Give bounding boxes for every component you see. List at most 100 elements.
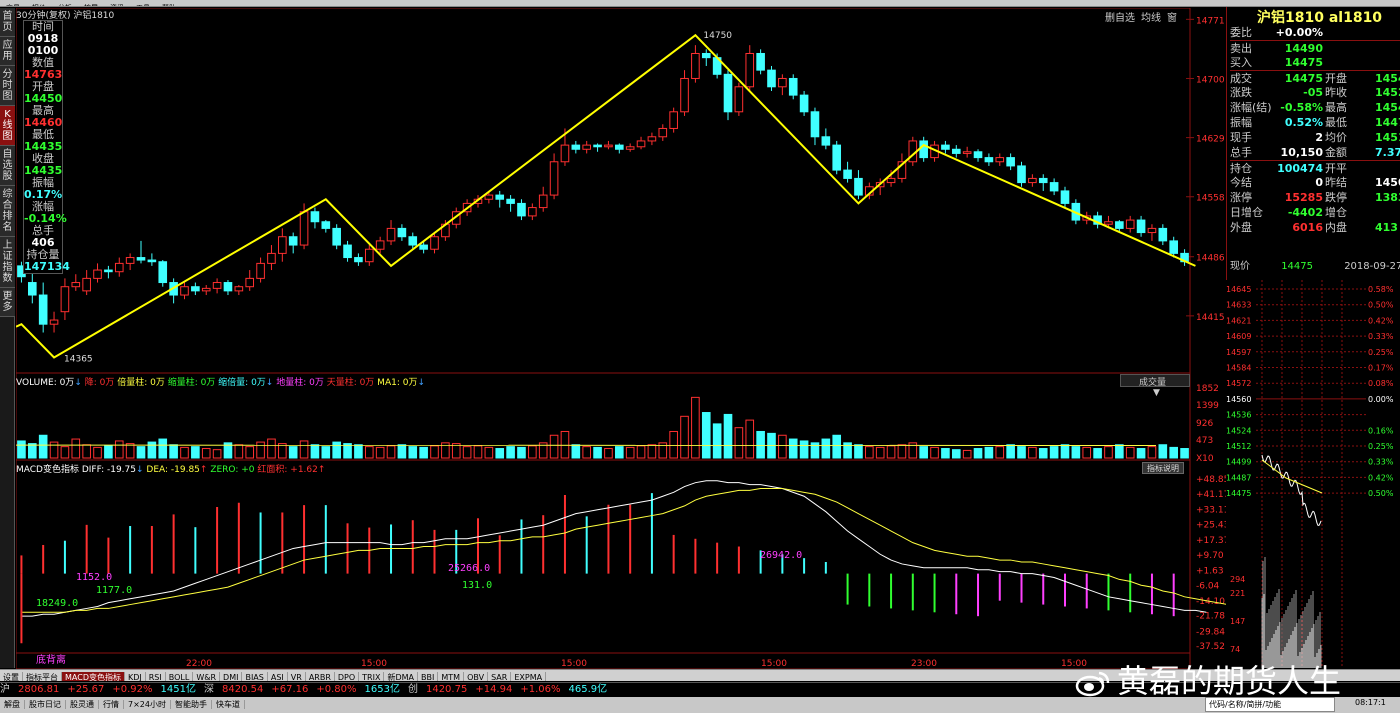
mini-pct-label: 0.25% bbox=[1368, 442, 1394, 451]
candle-body bbox=[1006, 157, 1015, 167]
volume-header-item: MA1: 0万 bbox=[374, 378, 418, 388]
mini-pct-label: 0.42% bbox=[1368, 473, 1394, 482]
left-tab[interactable]: 自选股 bbox=[0, 146, 15, 186]
candle-body bbox=[821, 136, 831, 146]
left-tab[interactable]: 更多 bbox=[0, 288, 15, 317]
quote-row: 振幅 0.52%最低 1447 bbox=[1230, 115, 1400, 130]
clock: 08:17:1 bbox=[1355, 698, 1386, 707]
indicator-tab[interactable]: MACD变色指标 bbox=[62, 672, 125, 681]
indicator-tab[interactable]: W&R bbox=[193, 672, 221, 681]
indicator-tab[interactable]: ASI bbox=[268, 672, 288, 681]
mini-price-label: 14560 bbox=[1226, 395, 1251, 404]
top-menu-item[interactable]: 扩展 bbox=[78, 5, 104, 7]
indicator-tab[interactable]: VR bbox=[288, 672, 306, 681]
quote-value: -0.58% bbox=[1280, 101, 1323, 114]
price-axis-label: 14629 bbox=[1196, 135, 1225, 145]
mini-pct-label: 0.17% bbox=[1368, 364, 1394, 373]
mini-price-label: 14621 bbox=[1226, 316, 1251, 325]
volume-bar bbox=[495, 448, 505, 459]
status-item[interactable]: 行情 bbox=[99, 700, 124, 709]
top-menu-item[interactable]: 帮助 bbox=[156, 5, 182, 7]
top-menu-item[interactable]: 资讯 bbox=[104, 5, 130, 7]
left-tab[interactable]: 上证指数 bbox=[0, 237, 15, 288]
indicator-tab[interactable]: BBI bbox=[418, 672, 439, 681]
candle-body bbox=[1049, 182, 1059, 192]
indicator-tab[interactable]: TRIX bbox=[359, 672, 385, 681]
indicator-tab[interactable]: RSI bbox=[146, 672, 166, 681]
contract-title: 沪铝1810 al1810 bbox=[1257, 10, 1383, 26]
macd-axis-label: +41.17 bbox=[1196, 490, 1226, 500]
quote-value: -4402 bbox=[1287, 206, 1323, 219]
status-item[interactable]: 7×24小时 bbox=[124, 700, 171, 709]
volume-bar bbox=[1169, 446, 1178, 459]
volume-dropdown[interactable]: 成交量 ▼ bbox=[1120, 374, 1190, 398]
candle-body bbox=[430, 236, 439, 250]
indicator-tab[interactable]: SAR bbox=[488, 672, 512, 681]
mini-pct-label: 0.33% bbox=[1368, 332, 1394, 341]
volume-bar bbox=[60, 446, 70, 459]
indicator-tab[interactable]: EXPMA bbox=[511, 672, 547, 681]
index-quote: 465.9亿 bbox=[568, 684, 608, 695]
left-tab[interactable]: K线图 bbox=[0, 106, 15, 146]
candle-body bbox=[625, 146, 635, 150]
volume-bar bbox=[778, 434, 787, 459]
candle-body bbox=[1147, 227, 1157, 234]
volume-bar bbox=[582, 446, 591, 459]
top-menu-item[interactable]: 报价 bbox=[26, 5, 52, 7]
top-menu: 交易报价分析扩展资讯工具帮助 bbox=[0, 0, 1400, 7]
status-item[interactable]: 解盘 bbox=[0, 700, 25, 709]
indicator-tab[interactable]: BOLL bbox=[166, 672, 194, 681]
left-tab[interactable]: 首页 bbox=[0, 8, 15, 37]
status-item[interactable]: 智能助手 bbox=[170, 700, 212, 709]
index-quote: +14.94 bbox=[475, 684, 513, 695]
quote-row: 委比 +0.00% bbox=[1230, 25, 1400, 40]
price-line: 现价 14475 2018-09-27, bbox=[1230, 257, 1400, 272]
volume-bar bbox=[669, 430, 678, 459]
candle-body bbox=[245, 277, 255, 288]
mini-pct-label: 0.16% bbox=[1368, 426, 1394, 435]
indicator-help-button[interactable]: 指标说明 bbox=[1142, 462, 1184, 474]
time-axis-label: 15:00 bbox=[361, 659, 387, 669]
volume-bar bbox=[604, 448, 613, 459]
index-quote: 沪 bbox=[0, 684, 10, 695]
top-menu-item[interactable]: 分析 bbox=[52, 5, 78, 7]
volume-header-item: ↓ bbox=[417, 378, 425, 388]
quote-label: 均价 bbox=[1325, 131, 1347, 144]
volume-bar bbox=[1125, 446, 1135, 459]
app-window: 交易报价分析扩展资讯工具帮助 首页应用分时图K线图自选股综合排名上证指数更多 3… bbox=[0, 0, 1400, 713]
indicator-tab[interactable]: 设置 bbox=[0, 672, 23, 681]
status-item[interactable]: 股灵通 bbox=[66, 700, 99, 709]
info-value: 147134 bbox=[24, 260, 70, 273]
indicator-tab[interactable]: BIAS bbox=[242, 672, 268, 681]
indicator-tab[interactable]: OBV bbox=[464, 672, 489, 681]
indicator-tab[interactable]: DMI bbox=[220, 672, 243, 681]
indicator-tab[interactable]: MTM bbox=[438, 672, 465, 681]
macd-header-item: DEA: -19.85 bbox=[143, 465, 200, 475]
quote-value: 1454 bbox=[1375, 101, 1400, 114]
indicator-tab[interactable]: KDJ bbox=[125, 672, 146, 681]
volume-bar bbox=[310, 444, 320, 459]
quote-label: 日增仓 bbox=[1230, 206, 1263, 219]
mini-price-label: 14633 bbox=[1226, 301, 1251, 310]
indicator-tab[interactable]: 新DMA bbox=[384, 672, 419, 681]
candle-body bbox=[136, 257, 146, 261]
mini-price-label: 14645 bbox=[1226, 285, 1251, 294]
volume-bar bbox=[1147, 446, 1157, 459]
status-item[interactable]: 股市日记 bbox=[25, 700, 66, 709]
volume-bar bbox=[1093, 448, 1102, 459]
top-menu-item[interactable]: 交易 bbox=[0, 5, 26, 7]
indicator-tab[interactable]: ARBR bbox=[306, 672, 335, 681]
left-tab[interactable]: 综合排名 bbox=[0, 186, 15, 237]
left-tab[interactable]: 分时图 bbox=[0, 66, 15, 106]
volume-bar bbox=[571, 444, 581, 459]
price-axis-label: 14486 bbox=[1196, 254, 1225, 264]
indicator-tab[interactable]: 指标平台 bbox=[23, 672, 62, 681]
top-menu-item[interactable]: 工具 bbox=[130, 5, 156, 7]
indicator-tab[interactable]: DPO bbox=[335, 672, 360, 681]
volume-bar bbox=[984, 446, 994, 459]
candle-body bbox=[941, 144, 950, 150]
status-item[interactable]: 快车道 bbox=[211, 700, 245, 709]
left-tab[interactable]: 应用 bbox=[0, 37, 15, 66]
candle-body bbox=[60, 286, 70, 313]
quote-row: 外盘 6016 内盘 413 bbox=[1230, 220, 1400, 235]
